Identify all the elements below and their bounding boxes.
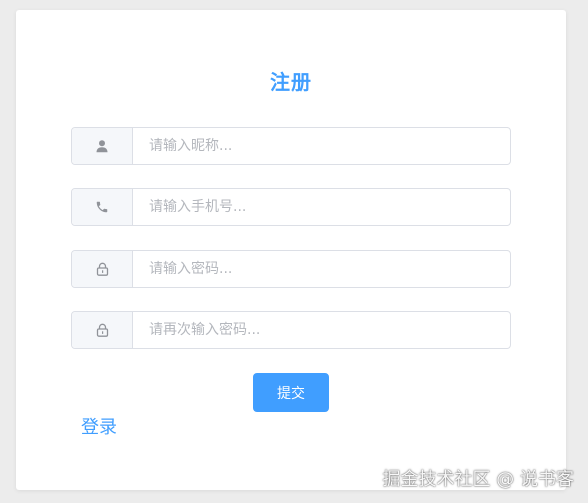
phone-input[interactable]	[133, 189, 510, 225]
confirm-password-input[interactable]	[133, 312, 510, 348]
confirm-password-field	[71, 311, 511, 349]
nickname-field	[71, 127, 511, 165]
phone-icon	[72, 189, 133, 225]
lock-icon	[72, 251, 133, 287]
user-icon	[72, 128, 133, 164]
register-card: 注册 请输入昵称... 请输入手机号... 提交 登录	[16, 10, 566, 490]
phone-field	[71, 188, 511, 226]
nickname-input[interactable]	[133, 128, 510, 164]
password-input[interactable]	[133, 251, 510, 287]
submit-button[interactable]: 提交	[253, 373, 329, 412]
watermark: 掘金技术社区 @ 说书客	[382, 469, 574, 490]
login-link[interactable]: 登录	[81, 413, 117, 439]
lock-icon	[72, 312, 133, 348]
password-field	[71, 250, 511, 288]
page-title: 注册	[270, 70, 312, 94]
